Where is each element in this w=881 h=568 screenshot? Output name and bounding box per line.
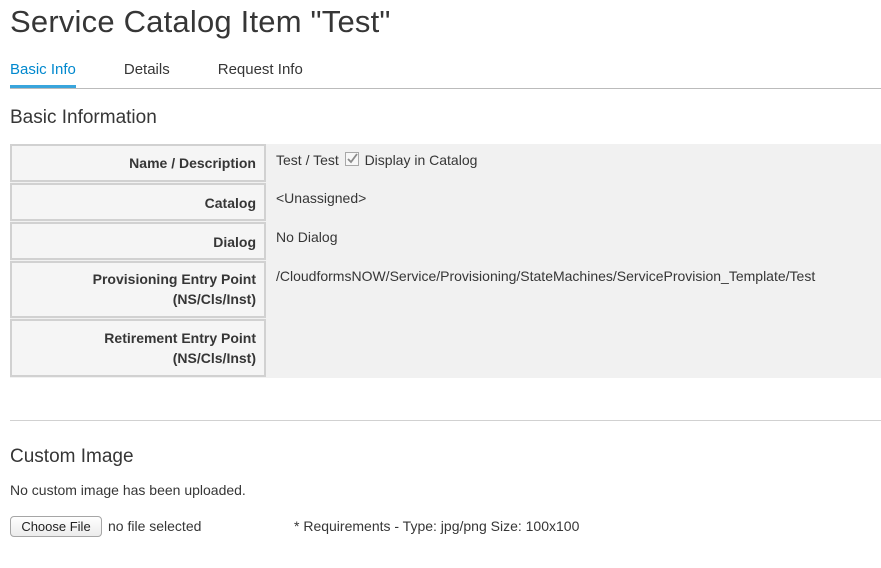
label-retirement-entry-point: Retirement Entry Point (NS/Cls/Inst) <box>10 319 266 377</box>
value-provisioning-entry-point: /CloudformsNOW/Service/Provisioning/Stat… <box>276 268 816 284</box>
name-description-text: Test / Test <box>276 152 339 168</box>
display-in-catalog-label: Display in Catalog <box>364 152 478 168</box>
basic-info-table: Name / Description Test / Test Display i… <box>10 144 881 378</box>
label-name-description: Name / Description <box>10 144 266 182</box>
value-name-description: Test / Test Display in Catalog <box>276 152 477 168</box>
label-text: Catalog <box>204 195 256 211</box>
label-text: Name / Description <box>129 155 256 171</box>
tab-request-info[interactable]: Request Info <box>218 52 303 88</box>
image-requirements-text: * Requirements - Type: jpg/png Size: 100… <box>294 518 580 534</box>
value-dialog: No Dialog <box>276 229 338 245</box>
file-status-text: no file selected <box>108 518 202 534</box>
value-catalog: <Unassigned> <box>276 190 367 206</box>
label-subtext: (NS/Cls/Inst) <box>172 350 256 366</box>
label-catalog: Catalog <box>10 183 266 221</box>
custom-image-status: No custom image has been uploaded. <box>10 482 246 498</box>
label-subtext: (NS/Cls/Inst) <box>172 291 256 307</box>
label-text: Dialog <box>213 234 256 250</box>
checkmark-icon <box>347 153 358 164</box>
label-text: Retirement Entry Point <box>104 330 256 346</box>
tab-bar: Basic Info Details Request Info <box>10 52 881 89</box>
display-in-catalog-checkbox <box>344 152 359 166</box>
label-provisioning-entry-point: Provisioning Entry Point (NS/Cls/Inst) <box>10 261 266 318</box>
tab-details[interactable]: Details <box>124 52 170 88</box>
tab-basic-info[interactable]: Basic Info <box>10 52 76 88</box>
page-title: Service Catalog Item "Test" <box>10 4 391 39</box>
label-text: Provisioning Entry Point <box>92 271 256 287</box>
choose-file-button[interactable]: Choose File <box>10 516 102 537</box>
basic-information-heading: Basic Information <box>10 107 157 128</box>
section-divider <box>10 420 881 421</box>
custom-image-heading: Custom Image <box>10 446 134 467</box>
label-dialog: Dialog <box>10 222 266 260</box>
